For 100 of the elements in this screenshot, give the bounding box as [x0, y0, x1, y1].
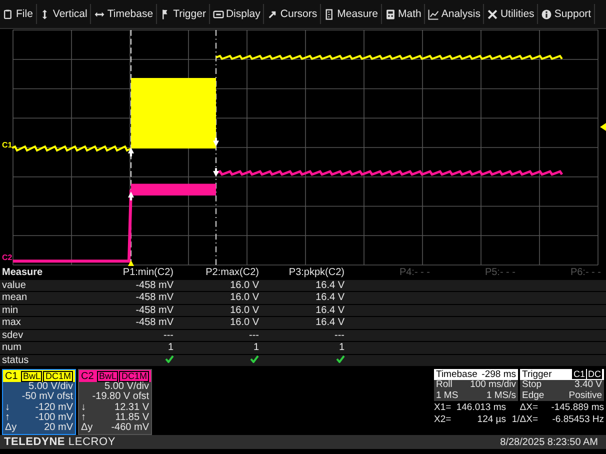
cursor-label: X1=: [434, 402, 452, 413]
column-header[interactable]: P3:pkpk(C2): [259, 267, 344, 278]
channel-value: -50 mV ofst: [22, 392, 73, 403]
cursor-value: 124 µs: [476, 414, 506, 425]
menu-item[interactable]: Cursors: [264, 4, 322, 24]
column-header[interactable]: P1:min(C2): [88, 267, 174, 278]
table-cell-text: 1: [252, 342, 259, 354]
brand-logo: TELEDYNE LECROY: [4, 436, 116, 448]
cursor-value: -6.85453 Hz: [551, 414, 604, 425]
row-symbol: ↓: [5, 402, 10, 413]
calculator-icon: [385, 8, 396, 20]
cursor-label: 1/ΔX=: [510, 414, 538, 425]
panel-value: 1 MS/s: [486, 390, 516, 401]
trigger-tag: C1: [572, 369, 586, 379]
table-cell-text: -458 mV: [134, 280, 174, 291]
arrow-icon: [128, 148, 134, 156]
row-symbol: ↓: [81, 402, 86, 413]
channel-label: C1: [5, 370, 18, 382]
menu-item[interactable]: Display: [210, 4, 264, 24]
date-time: 8/28/2025 8:23:50 AM: [500, 436, 598, 448]
table-cell-text: 16.0 V: [229, 280, 259, 291]
table-cell-text: -458 mV: [134, 304, 174, 316]
row-label: value: [1, 280, 27, 291]
arrow-icon: [213, 138, 219, 147]
column-header[interactable]: P2:max(C2): [174, 267, 259, 278]
table-cell-text: ---: [162, 330, 174, 341]
channel-label: C2: [81, 370, 94, 382]
channel-value: 5.00 V/div: [104, 382, 149, 392]
row-symbol: Δy: [5, 423, 17, 434]
panel-title: Timebase: [436, 369, 478, 380]
cursor-label: ΔX=: [518, 402, 538, 413]
panel-label: 1 MS: [436, 390, 458, 401]
row-label: status: [1, 354, 30, 366]
table-cell-text: 1: [166, 342, 174, 354]
channel-panel[interactable]: C1 BwL DC1M 5.00 V/div -50 mV ofst ↓ -120 mV ↑ -100 mV Δy 20 mV: [2, 369, 76, 435]
panel-label: Edge: [522, 390, 544, 401]
table-cell-text: ---: [334, 330, 344, 341]
channel-tag: BwL: [96, 370, 118, 382]
table-cell-text: 16.4 V: [314, 292, 344, 304]
channel-panel[interactable]: C2 BwL DC1M 5.00 V/div -19.80 V ofst ↓ 12.31 V ↑ 11.85 V Δy -460 mV: [78, 369, 152, 435]
row-label: mean: [1, 292, 28, 304]
cursor-value: -145.889 ms: [550, 402, 604, 413]
table-cell-text: 16.0 V: [229, 304, 259, 316]
channel-value: 11.85 V: [115, 412, 149, 423]
panel-label: Roll: [436, 380, 452, 390]
row-label: max: [1, 317, 22, 328]
menu-item[interactable]: Analysis: [425, 4, 484, 24]
menu-item[interactable]: Trigger: [157, 4, 210, 24]
table-cell-text: -458 mV: [134, 317, 174, 328]
panel-value: -298 ms: [482, 369, 516, 380]
arrow-icon: [267, 8, 278, 20]
table-cell-text: -458 mV: [134, 292, 174, 304]
arrow-icon: [213, 168, 219, 177]
menu-item[interactable]: Support: [538, 4, 596, 24]
panel-label: Stop: [522, 380, 542, 390]
trigger-tag: DC: [587, 369, 602, 379]
table-cell-text: 16.4 V: [314, 304, 344, 316]
cursor-value: 146.013 ms: [455, 402, 506, 413]
table-cell-text: 16.4 V: [314, 280, 344, 291]
channel-value: -460 mV: [111, 423, 149, 434]
table-cell-text: 16.0 V: [229, 292, 259, 304]
table-cell-text: 16.4 V: [314, 317, 344, 328]
line-chart-icon: [428, 8, 440, 20]
channel-value: -19.80 V ofst: [92, 392, 149, 403]
channel-value: -120 mV: [35, 402, 73, 413]
row-label: sdev: [1, 330, 24, 341]
menu-item[interactable]: Timebase: [91, 4, 158, 24]
row-symbol: Δy: [81, 423, 93, 434]
arrow-icon: [128, 192, 134, 200]
channel-value: 12.31 V: [114, 402, 149, 413]
menu-item[interactable]: Vertical: [36, 4, 92, 24]
timebase-panel[interactable]: Timebase -298 ms Roll 100 ms/div 1 MS 1 MS/s: [434, 369, 518, 401]
panel-value: Positive: [568, 390, 602, 401]
row-label: min: [1, 304, 20, 316]
panel-title: Trigger: [522, 369, 552, 380]
row-symbol: ↑: [5, 412, 10, 423]
table-cell-text: ---: [248, 330, 259, 341]
table-cell-text: 1: [338, 342, 344, 354]
row-symbol: ↑: [81, 412, 86, 423]
channel-value: 5.00 V/div: [28, 382, 73, 392]
menu-item[interactable]: Measure: [321, 4, 382, 24]
panel-value: 100 ms/div: [470, 380, 516, 390]
table-cell-text: 16.0 V: [229, 317, 259, 328]
channel-value: 20 mV: [44, 423, 73, 434]
row-label: num: [1, 342, 22, 354]
menu-item[interactable]: Utilities: [484, 4, 538, 24]
channel-tag: BwL: [20, 370, 42, 382]
display-icon: [212, 8, 224, 20]
trigger-panel[interactable]: Trigger C1 DC Stop 3.40 V Edge Positive: [520, 369, 604, 401]
table-title: Measure: [1, 267, 44, 278]
menu-item[interactable]: File: [0, 4, 37, 24]
menu-item[interactable]: Math: [382, 4, 426, 24]
clipboard-icon: [3, 8, 14, 20]
info-icon: [541, 8, 552, 20]
panel-value: 3.40 V: [574, 380, 602, 390]
channel-value: -100 mV: [35, 412, 73, 423]
channel-tag: DC1M: [43, 370, 73, 382]
trigger-position-icon: [128, 260, 134, 266]
trigger-level-icon: [600, 123, 606, 131]
cursor-label: X2=: [434, 414, 452, 425]
